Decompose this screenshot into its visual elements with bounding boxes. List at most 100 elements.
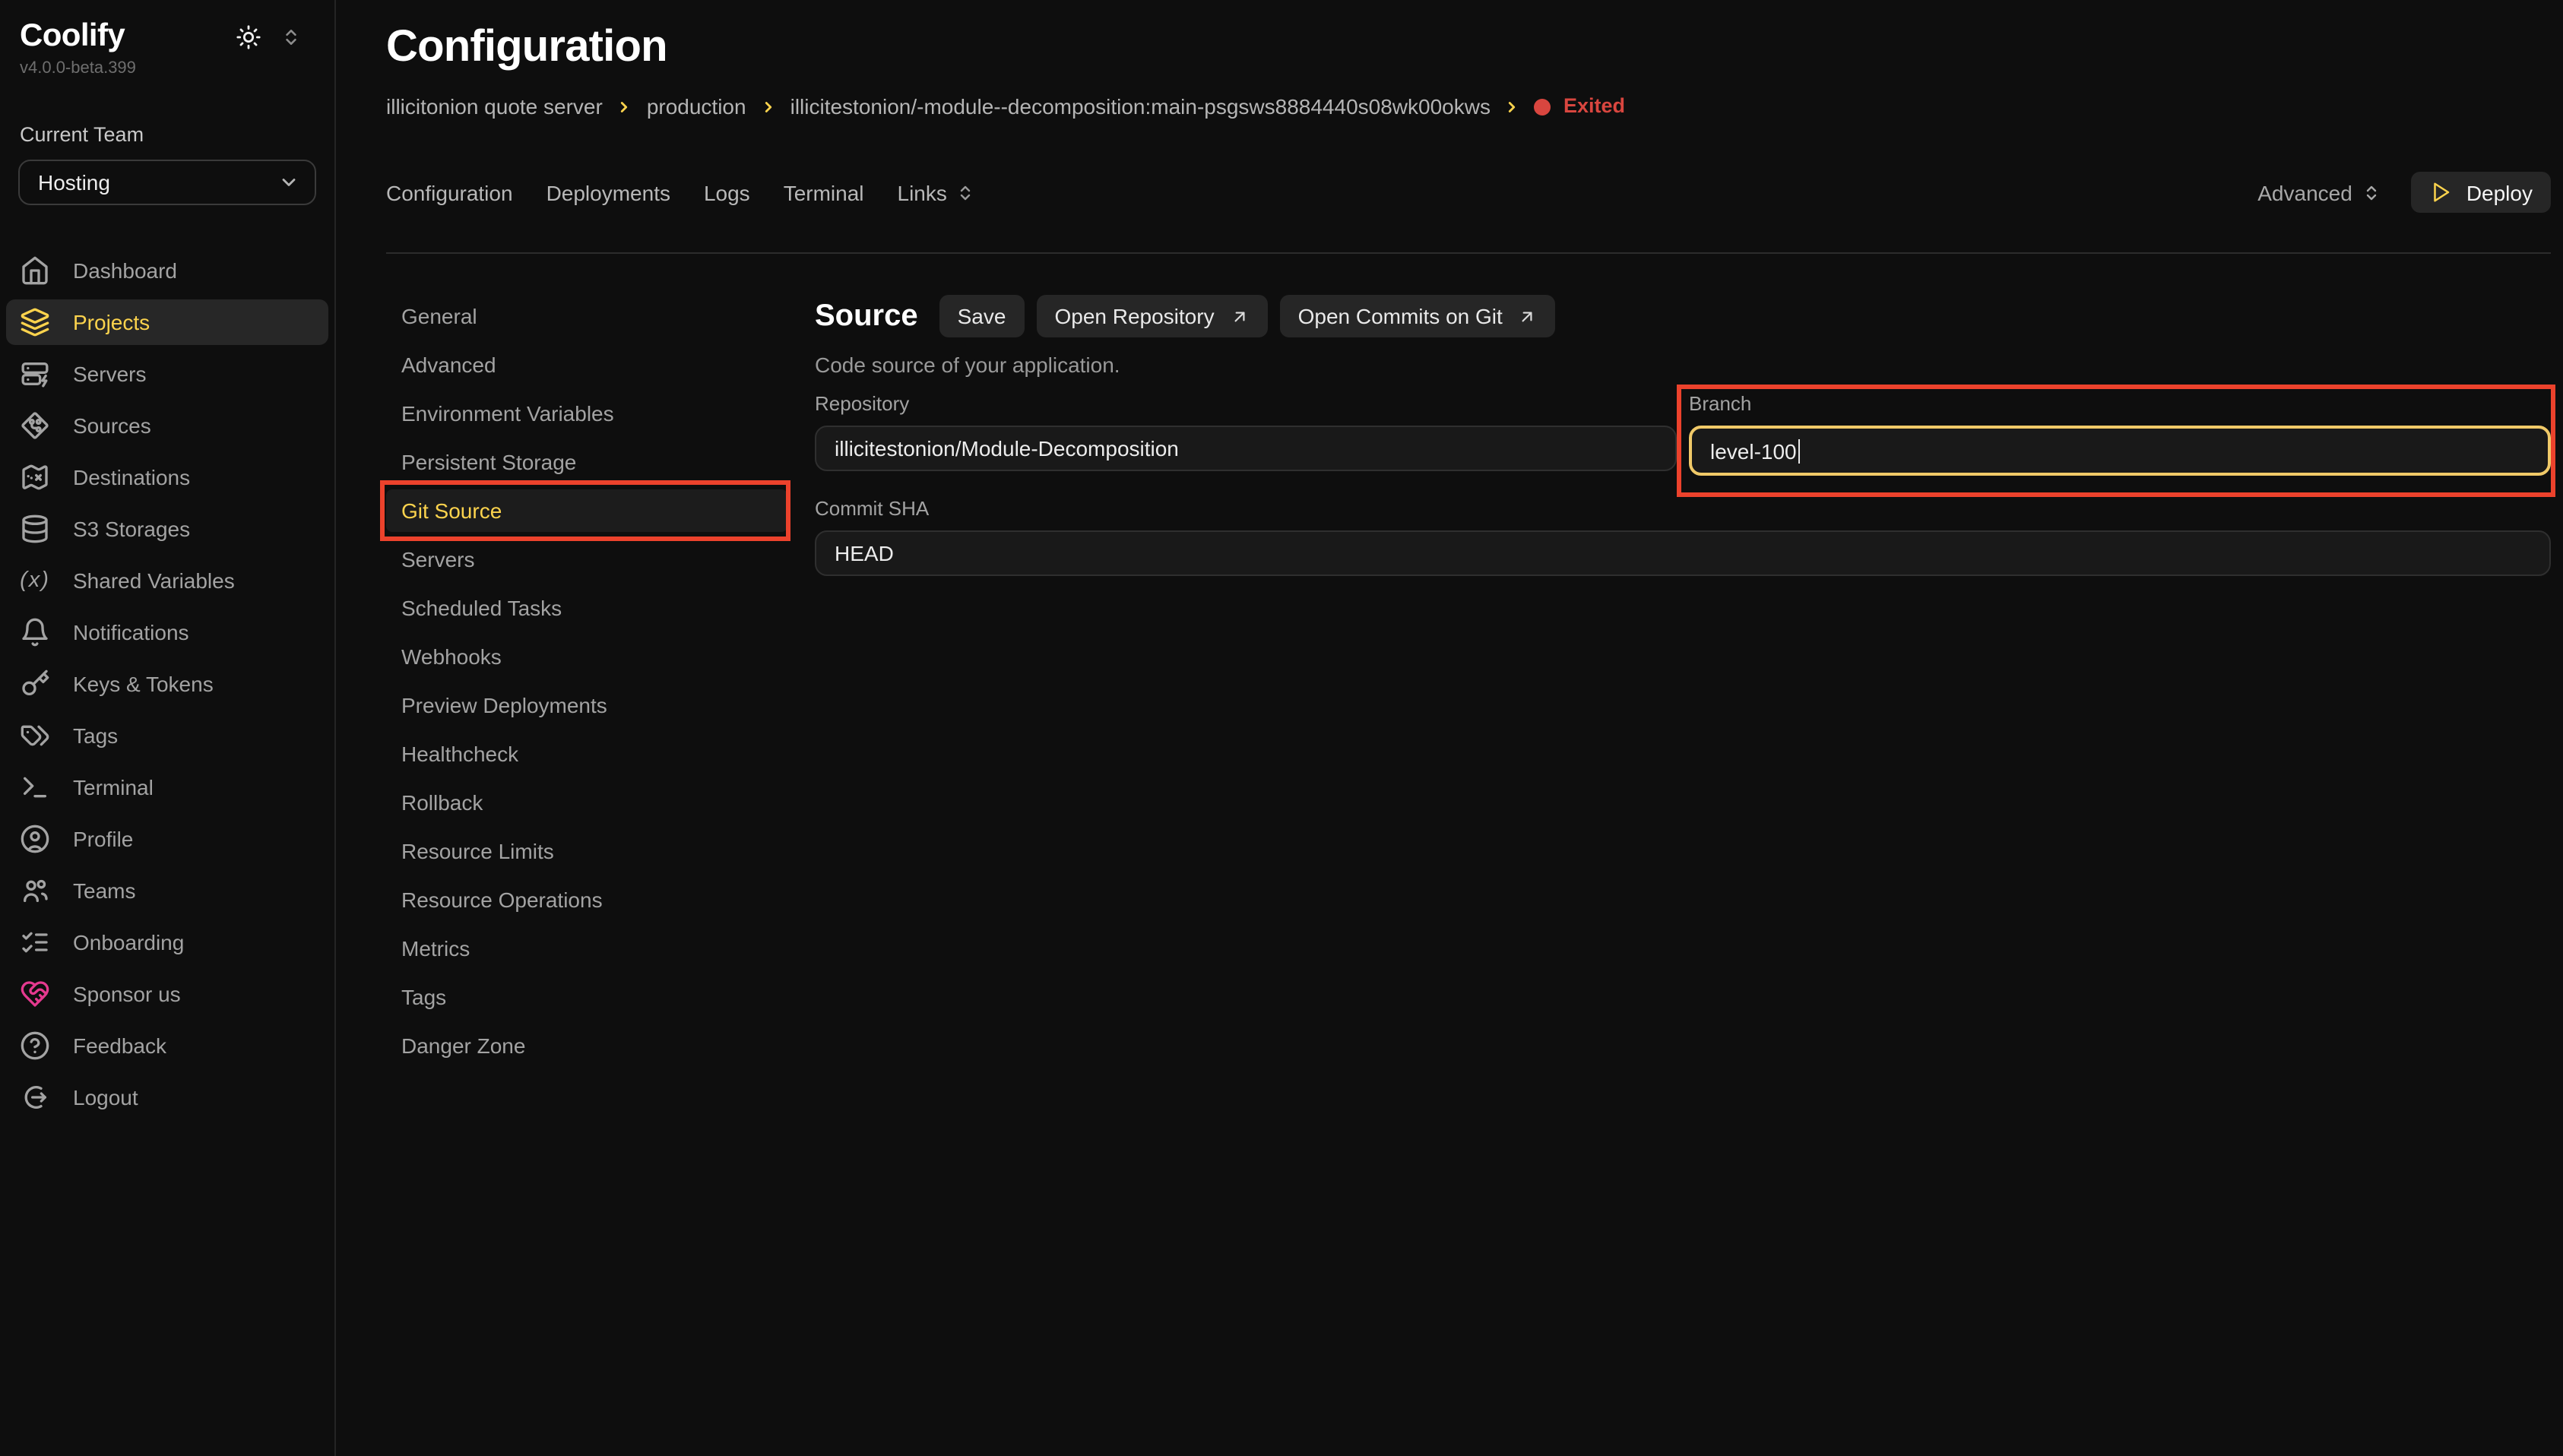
- branch-input[interactable]: level-100: [1689, 426, 2551, 476]
- source-description: Code source of your application.: [815, 353, 2551, 378]
- source-header: Source Save Open Repository Open Commits…: [815, 295, 2551, 337]
- chevron-right-icon: [760, 98, 777, 115]
- save-button[interactable]: Save: [939, 295, 1025, 337]
- heart-handshake-icon: [20, 979, 50, 1009]
- server-icon: [20, 359, 50, 389]
- chevron-right-icon: [1504, 98, 1521, 115]
- user-circle-icon: [20, 824, 50, 854]
- unfold-vertical-icon: [956, 183, 974, 201]
- sidebar-item-dashboard[interactable]: Dashboard: [6, 248, 328, 293]
- sidebar-collapse-button[interactable]: [281, 27, 301, 46]
- bell-icon: [20, 617, 50, 647]
- terminal-icon: [20, 772, 50, 802]
- tab-logs[interactable]: Logs: [704, 180, 750, 204]
- logo-row: Coolify: [20, 18, 301, 55]
- subnav-item-webhooks[interactable]: Webhooks: [386, 635, 787, 678]
- subnav-item-resource-limits[interactable]: Resource Limits: [386, 830, 787, 872]
- sidebar-item-sponsor-us[interactable]: Sponsor us: [6, 971, 328, 1017]
- sidebar-item-tags[interactable]: Tags: [6, 713, 328, 758]
- sidebar-item-destinations[interactable]: Destinations: [6, 454, 328, 500]
- sidebar-item-servers[interactable]: Servers: [6, 351, 328, 397]
- tab-bar: Configuration Deployments Logs Terminal …: [386, 172, 2551, 213]
- commit-sha-input[interactable]: HEAD: [815, 530, 2551, 576]
- sidebar-item-s3-storages[interactable]: S3 Storages: [6, 506, 328, 552]
- tabs: Configuration Deployments Logs Terminal …: [386, 180, 974, 204]
- sidebar-item-onboarding[interactable]: Onboarding: [6, 919, 328, 965]
- subnav-item-advanced[interactable]: Advanced: [386, 343, 787, 386]
- open-commits-button[interactable]: Open Commits on Git: [1280, 295, 1556, 337]
- sun-icon: [236, 24, 261, 49]
- main-content: Configuration illicitonion quote server …: [334, 0, 2563, 1456]
- team-select[interactable]: Hosting: [18, 160, 316, 205]
- sidebar-item-terminal[interactable]: Terminal: [6, 764, 328, 810]
- sidebar-item-profile[interactable]: Profile: [6, 816, 328, 862]
- app-version: v4.0.0-beta.399: [20, 59, 334, 78]
- play-icon: [2430, 181, 2453, 204]
- breadcrumb-environment[interactable]: production: [647, 91, 746, 122]
- subnav-item-healthcheck[interactable]: Healthcheck: [386, 733, 787, 775]
- map-icon: [20, 462, 50, 492]
- chevron-right-icon: [616, 98, 633, 115]
- list-checks-icon: [20, 927, 50, 957]
- current-team-label: Current Team: [20, 123, 334, 146]
- source-form: Source Save Open Repository Open Commits…: [815, 295, 2551, 1067]
- breadcrumb-project[interactable]: illicitonion quote server: [386, 91, 603, 122]
- coolify-app: Coolify v4.0.0-beta.399 Current Team Hos…: [0, 0, 2563, 1456]
- subnav-item-scheduled-tasks[interactable]: Scheduled Tasks: [386, 587, 787, 629]
- home-icon: [20, 255, 50, 286]
- tab-terminal[interactable]: Terminal: [784, 180, 864, 204]
- repository-input[interactable]: illicitestonion/Module-Decomposition: [815, 426, 1677, 471]
- text-cursor: [1798, 438, 1801, 463]
- sidebar-item-teams[interactable]: Teams: [6, 868, 328, 913]
- sidebar: Coolify v4.0.0-beta.399 Current Team Hos…: [0, 0, 336, 1456]
- subnav-item-git-source[interactable]: Git Source: [386, 489, 787, 532]
- arrow-up-right-icon: [1230, 306, 1250, 326]
- sidebar-nav: Dashboard Projects Servers Sources Desti…: [0, 248, 334, 1245]
- tab-configuration[interactable]: Configuration: [386, 180, 513, 204]
- sidebar-item-projects[interactable]: Projects: [6, 299, 328, 345]
- repository-label: Repository: [815, 392, 1677, 416]
- sidebar-item-notifications[interactable]: Notifications: [6, 609, 328, 655]
- variables-icon: (x): [20, 568, 50, 593]
- tab-deployments[interactable]: Deployments: [546, 180, 670, 204]
- app-logo[interactable]: Coolify: [20, 18, 125, 55]
- source-heading: Source: [815, 299, 918, 334]
- sidebar-item-sources[interactable]: Sources: [6, 403, 328, 448]
- sidebar-item-feedback[interactable]: Feedback: [6, 1023, 328, 1068]
- subnav-item-preview-deployments[interactable]: Preview Deployments: [386, 684, 787, 726]
- source-fields: Repository illicitestonion/Module-Decomp…: [815, 392, 2551, 576]
- sidebar-item-keys-tokens[interactable]: Keys & Tokens: [6, 661, 328, 707]
- status-dot-icon: [1535, 98, 1551, 115]
- deploy-button[interactable]: Deploy: [2412, 172, 2551, 213]
- branch-label: Branch: [1689, 392, 2551, 416]
- log-out-icon: [20, 1082, 50, 1113]
- open-repository-button[interactable]: Open Repository: [1036, 295, 1267, 337]
- commit-sha-label: Commit SHA: [815, 497, 2551, 521]
- subnav-item-metrics[interactable]: Metrics: [386, 927, 787, 970]
- git-source-icon: [20, 410, 50, 441]
- subnav-item-persistent-storage[interactable]: Persistent Storage: [386, 441, 787, 483]
- sidebar-footer: Onboarding Sponsor us Feedback Logout: [0, 919, 334, 1245]
- commit-sha-field: Commit SHA HEAD: [815, 497, 2551, 576]
- layers-icon: [20, 307, 50, 337]
- breadcrumb-application[interactable]: illicitestonion/-module--decomposition:m…: [790, 91, 1491, 122]
- sidebar-item-logout[interactable]: Logout: [6, 1075, 328, 1120]
- sidebar-item-shared-variables[interactable]: (x) Shared Variables: [6, 558, 328, 603]
- configuration-subnav: General Advanced Environment Variables P…: [386, 295, 787, 1067]
- subnav-item-rollback[interactable]: Rollback: [386, 781, 787, 824]
- subnav-item-servers[interactable]: Servers: [386, 538, 787, 581]
- unfold-vertical-icon: [2363, 183, 2381, 201]
- tab-links[interactable]: Links: [898, 180, 974, 204]
- help-circle-icon: [20, 1030, 50, 1061]
- unfold-vertical-icon: [281, 27, 301, 46]
- subnav-item-general[interactable]: General: [386, 295, 787, 337]
- breadcrumb: illicitonion quote server production ill…: [386, 91, 2551, 122]
- subnav-item-tags[interactable]: Tags: [386, 976, 787, 1018]
- theme-toggle-button[interactable]: [236, 24, 261, 49]
- subnav-item-danger-zone[interactable]: Danger Zone: [386, 1024, 787, 1067]
- advanced-dropdown[interactable]: Advanced: [2257, 180, 2381, 204]
- tags-icon: [20, 720, 50, 751]
- repository-field: Repository illicitestonion/Module-Decomp…: [815, 392, 1677, 476]
- subnav-item-environment-variables[interactable]: Environment Variables: [386, 392, 787, 435]
- subnav-item-resource-operations[interactable]: Resource Operations: [386, 878, 787, 921]
